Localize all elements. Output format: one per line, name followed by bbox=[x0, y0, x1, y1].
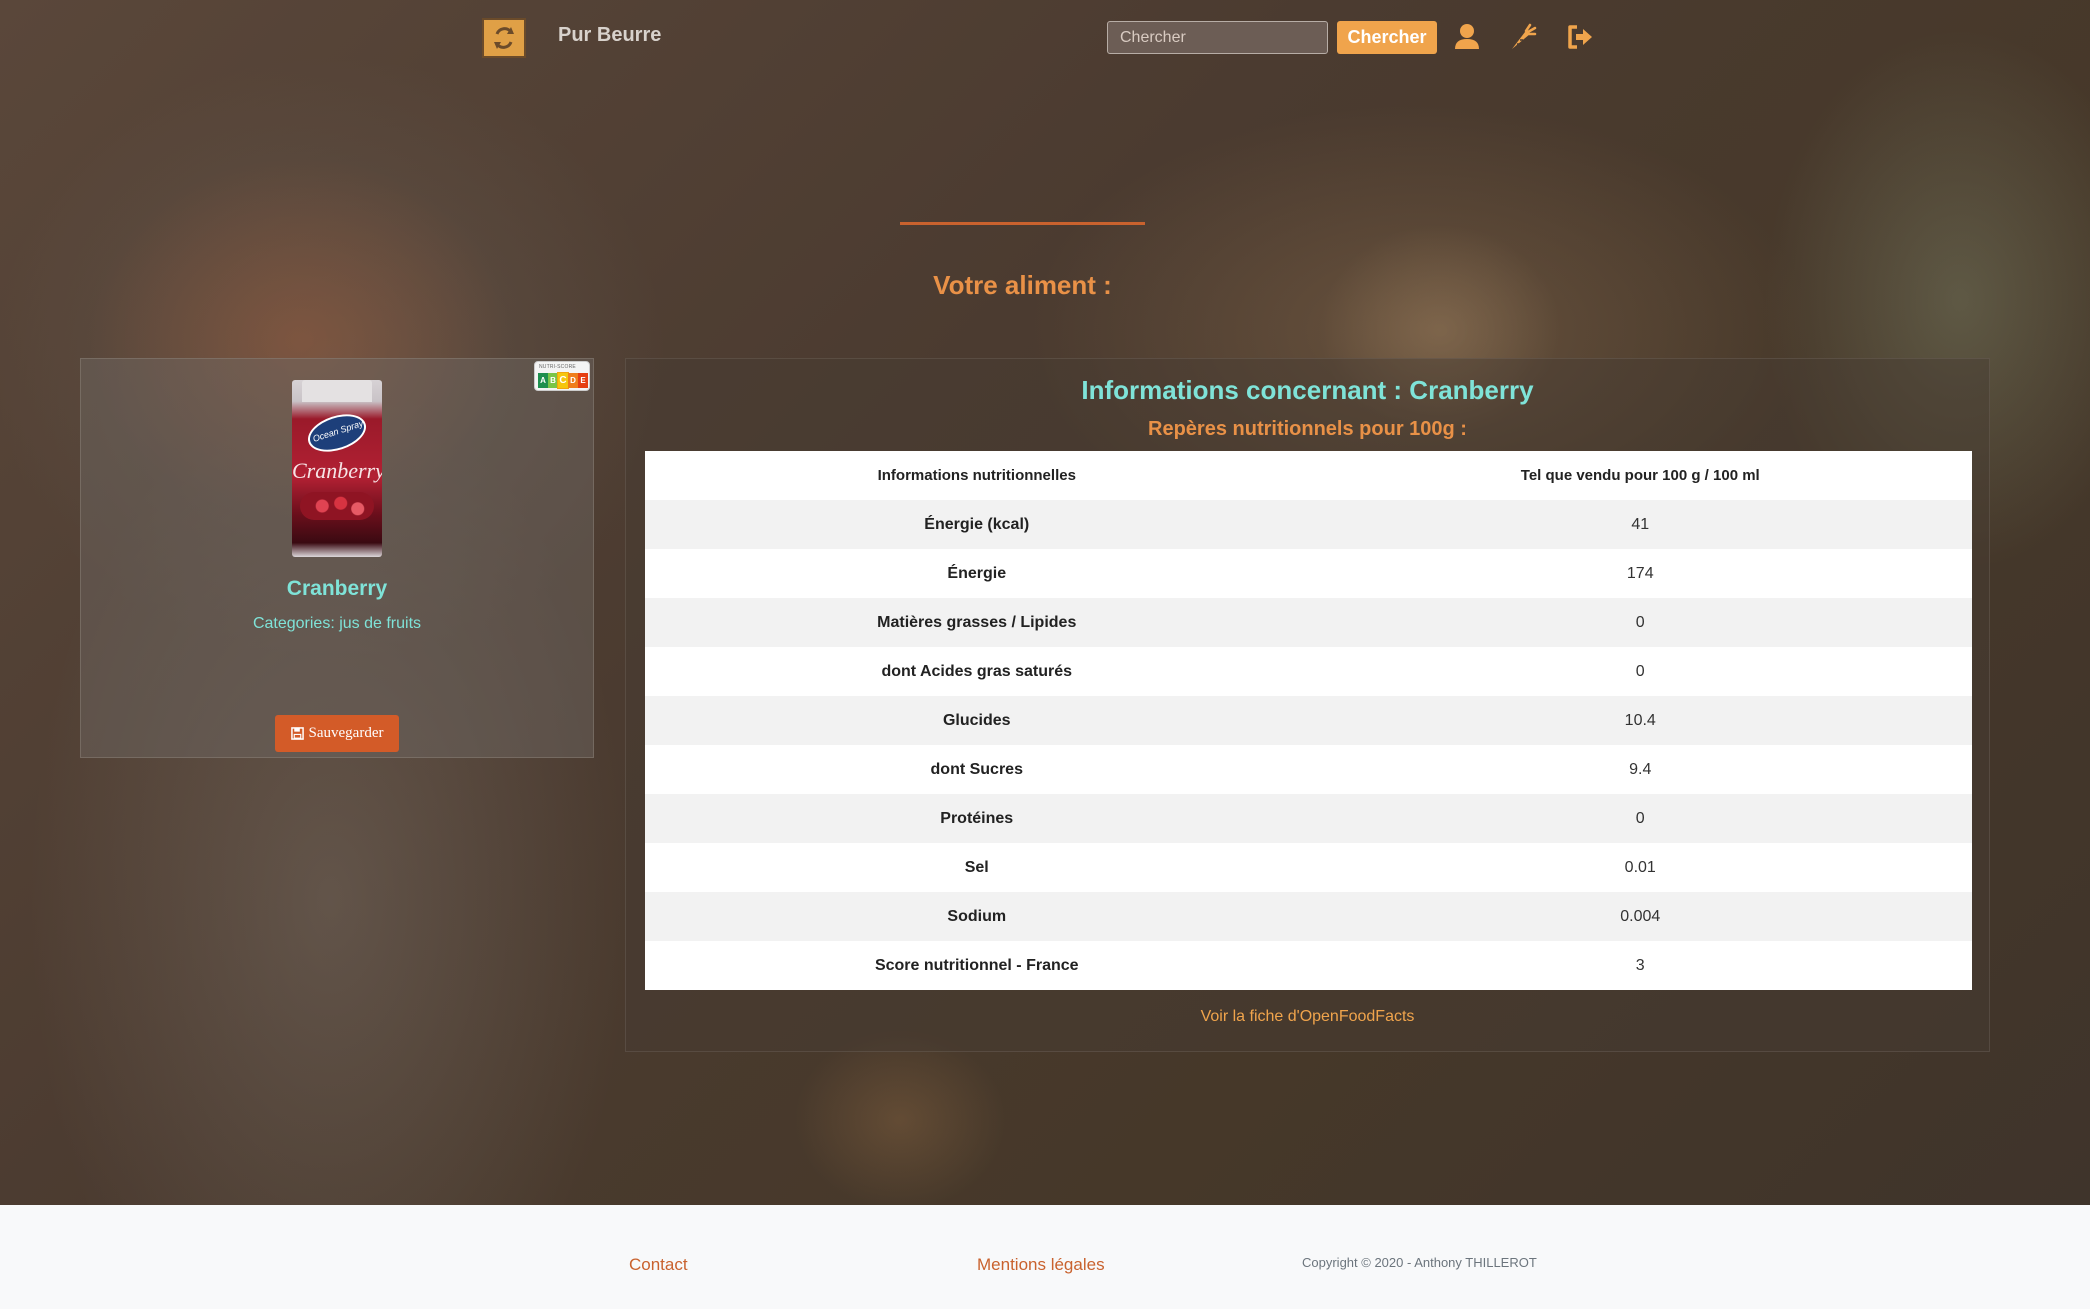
nutrient-value: 0.01 bbox=[1308, 843, 1972, 892]
nutrient-label: Sodium bbox=[645, 892, 1309, 941]
table-header-row: Informations nutritionnelles Tel que ven… bbox=[645, 451, 1972, 500]
table-row: Énergie (kcal) 41 bbox=[645, 500, 1972, 549]
nutriscore-letter: D bbox=[568, 373, 578, 388]
nutrient-label: Énergie bbox=[645, 549, 1309, 598]
openfoodfacts-link[interactable]: Voir la fiche d'OpenFoodFacts bbox=[645, 1008, 1970, 1026]
info-title: Informations concernant : Cranberry bbox=[1081, 375, 1534, 405]
save-button[interactable]: Sauvegarder bbox=[275, 715, 399, 752]
carrot-icon[interactable] bbox=[1508, 22, 1538, 52]
table-row: dont Acides gras saturés 0 bbox=[645, 647, 1972, 696]
user-icon[interactable] bbox=[1452, 22, 1482, 52]
nutrient-value: 174 bbox=[1308, 549, 1972, 598]
table-header-cell: Informations nutritionnelles bbox=[645, 451, 1309, 500]
info-subtitle: Repères nutritionnels pour 100g : bbox=[1148, 418, 1467, 440]
nutrient-label: Score nutritionnel - France bbox=[645, 941, 1309, 990]
table-row: Matières grasses / Lipides 0 bbox=[645, 598, 1972, 647]
nutrient-value: 0 bbox=[1308, 794, 1972, 843]
logo-icon[interactable] bbox=[482, 18, 526, 58]
search-input[interactable] bbox=[1107, 21, 1328, 54]
nutriscore-letter: E bbox=[578, 373, 588, 388]
nutriscore-title: NUTRI-SCORE bbox=[539, 364, 576, 370]
product-categories: Categories: jus de fruits bbox=[252, 615, 422, 632]
heading-divider bbox=[900, 222, 1145, 225]
nutriscore-letter: B bbox=[548, 373, 558, 388]
table-row: Score nutritionnel - France 3 bbox=[645, 941, 1972, 990]
nutrient-value: 0 bbox=[1308, 647, 1972, 696]
footer-copyright: Copyright © 2020 - Anthony THILLEROT bbox=[1302, 1255, 1537, 1270]
brand-name[interactable]: Pur Beurre bbox=[558, 24, 661, 47]
nutrient-label: dont Acides gras saturés bbox=[645, 647, 1309, 696]
nutriscore-letter: A bbox=[538, 373, 548, 388]
save-button-label: Sauvegarder bbox=[308, 725, 384, 741]
nutrient-value: 0.004 bbox=[1308, 892, 1972, 941]
footer-legal-link[interactable]: Mentions légales bbox=[977, 1255, 1105, 1275]
nutrient-value: 10.4 bbox=[1308, 696, 1972, 745]
nutrient-value: 3 bbox=[1308, 941, 1972, 990]
nutriscore-letter-selected: C bbox=[557, 372, 569, 389]
nutrient-label: Protéines bbox=[645, 794, 1309, 843]
nutrient-label: dont Sucres bbox=[645, 745, 1309, 794]
nutrition-table: Informations nutritionnelles Tel que ven… bbox=[645, 451, 1972, 990]
nutrient-label: Matières grasses / Lipides bbox=[645, 598, 1309, 647]
table-header-cell: Tel que vendu pour 100 g / 100 ml bbox=[1308, 451, 1972, 500]
floppy-disk-icon bbox=[290, 727, 304, 740]
nutrient-value: 0 bbox=[1308, 598, 1972, 647]
table-row: Sel 0.01 bbox=[645, 843, 1972, 892]
nutriscore-badge: NUTRI-SCORE A B C D E bbox=[534, 361, 590, 391]
product-name: Cranberry bbox=[286, 577, 388, 600]
nutrient-label: Glucides bbox=[645, 696, 1309, 745]
footer-contact-link[interactable]: Contact bbox=[629, 1255, 688, 1275]
product-image: Ocean Spray Cranberry bbox=[292, 380, 382, 557]
table-row: Énergie 174 bbox=[645, 549, 1972, 598]
search-button[interactable]: Chercher bbox=[1337, 21, 1437, 54]
nutrient-label: Sel bbox=[645, 843, 1309, 892]
sign-out-icon[interactable] bbox=[1565, 22, 1595, 52]
nutrient-value: 41 bbox=[1308, 500, 1972, 549]
table-row: Sodium 0.004 bbox=[645, 892, 1972, 941]
nutrient-value: 9.4 bbox=[1308, 745, 1972, 794]
nutrient-label: Énergie (kcal) bbox=[645, 500, 1309, 549]
table-row: Glucides 10.4 bbox=[645, 696, 1972, 745]
table-row: dont Sucres 9.4 bbox=[645, 745, 1972, 794]
page-title: Votre aliment : bbox=[933, 270, 1112, 300]
table-row: Protéines 0 bbox=[645, 794, 1972, 843]
